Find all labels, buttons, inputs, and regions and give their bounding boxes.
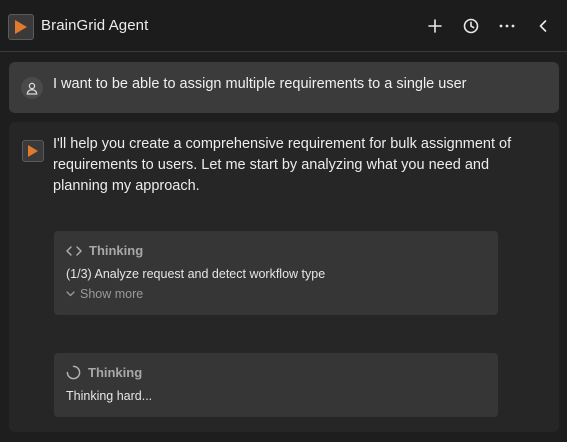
agent-message-text: I'll help you create a comprehensive req… bbox=[53, 136, 512, 194]
chevron-down-icon bbox=[66, 291, 75, 297]
thinking-card: Thinking Thinking hard... bbox=[54, 353, 498, 417]
code-icon bbox=[66, 245, 82, 256]
spinner-icon bbox=[66, 365, 81, 380]
more-button[interactable] bbox=[495, 14, 519, 38]
logo-icon bbox=[8, 14, 34, 40]
history-icon bbox=[463, 18, 479, 34]
show-more-label: Show more bbox=[80, 287, 144, 301]
thinking-header: Thinking bbox=[66, 365, 142, 380]
more-icon bbox=[499, 24, 515, 28]
thinking-step-text: (1/3) Analyze request and detect workflo… bbox=[66, 267, 326, 281]
thinking-status-text: Thinking hard... bbox=[66, 389, 153, 403]
thinking-title: Thinking bbox=[88, 365, 143, 380]
agent-logo-icon bbox=[22, 140, 44, 162]
thinking-card: Thinking (1/3) Analyze request and detec… bbox=[54, 231, 498, 315]
new-chat-button[interactable] bbox=[423, 14, 447, 38]
agent-message: I'll help you create a comprehensive req… bbox=[9, 122, 559, 432]
agent-window: BrainGrid Agent I want to be able to ass… bbox=[0, 0, 567, 442]
chevron-left-icon bbox=[539, 20, 547, 32]
thinking-header: Thinking bbox=[66, 243, 143, 258]
thinking-title: Thinking bbox=[89, 243, 144, 258]
collapse-button[interactable] bbox=[531, 14, 555, 38]
user-avatar-icon bbox=[21, 77, 43, 99]
user-message: I want to be able to assign multiple req… bbox=[9, 62, 559, 113]
app-title: BrainGrid Agent bbox=[41, 17, 149, 34]
header: BrainGrid Agent bbox=[0, 0, 567, 52]
user-message-text: I want to be able to assign multiple req… bbox=[53, 76, 467, 92]
show-more-button[interactable]: Show more bbox=[66, 287, 143, 301]
history-button[interactable] bbox=[459, 14, 483, 38]
plus-icon bbox=[428, 19, 442, 33]
